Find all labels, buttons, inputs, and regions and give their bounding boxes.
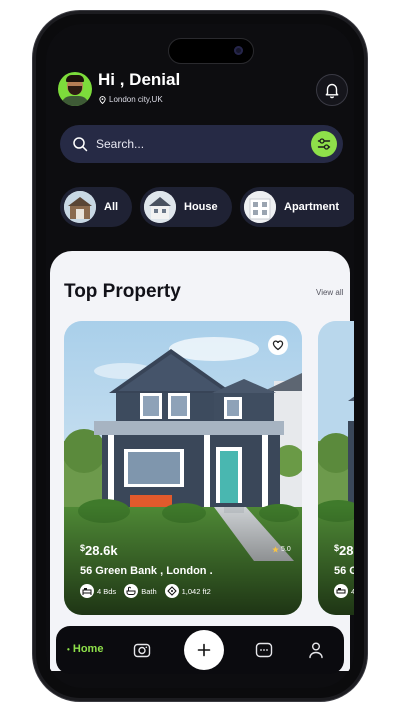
category-thumbnail (244, 191, 276, 223)
search-bar[interactable]: Search... (60, 125, 343, 163)
category-label: Apartment (284, 201, 340, 213)
greeting-text: Hi , Denial (98, 70, 181, 89)
section-title: Top Property (64, 281, 181, 302)
property-card[interactable]: $28. 56 G 4 (318, 321, 354, 615)
property-price: $28. (334, 543, 354, 558)
filter-button[interactable] (311, 131, 337, 157)
bell-icon (325, 83, 339, 99)
location-text: London city,UK (109, 95, 163, 104)
property-features: 4 Bds Bath 1,042 ft2 (80, 584, 211, 598)
property-card[interactable]: $28.6k 5.0 56 Green Bank , London . 4 Bd… (64, 321, 302, 615)
property-section: Top Property View all $28.6k 5.0 56 Gree… (50, 251, 354, 671)
property-address: 56 Green Bank , London . (80, 565, 213, 577)
view-all-link[interactable]: View all (316, 288, 343, 297)
beds-feature: 4 Bds (80, 584, 116, 598)
avatar[interactable] (58, 72, 92, 106)
category-thumbnail (144, 191, 176, 223)
property-features: 4 (334, 584, 354, 598)
card-overlay (64, 505, 302, 615)
favorite-button[interactable] (268, 335, 288, 355)
bath-icon (126, 586, 136, 595)
category-chip-house[interactable]: House (140, 187, 232, 227)
category-chip-all[interactable]: All (60, 187, 132, 227)
plus-icon (197, 643, 211, 657)
area-icon (166, 586, 177, 596)
property-address: 56 G (334, 565, 354, 577)
category-label: All (104, 201, 119, 213)
nav-home-label: Home (72, 643, 104, 655)
dynamic-island (168, 38, 254, 64)
add-button[interactable] (184, 630, 224, 670)
phone-frame: Hi , Denial London city,UK Search... All (36, 14, 364, 698)
category-thumbnail (64, 191, 96, 223)
active-dot: • (67, 645, 70, 654)
beds-feature: 4 (334, 584, 354, 598)
bed-icon (82, 588, 92, 595)
profile-icon[interactable] (306, 640, 326, 660)
card-overlay (318, 505, 354, 615)
location[interactable]: London city,UK (99, 95, 163, 104)
front-camera (234, 46, 243, 55)
app-screen: Hi , Denial London city,UK Search... All (46, 24, 354, 688)
property-rating: 5.0 (272, 546, 291, 553)
category-label: House (184, 201, 218, 213)
message-icon[interactable] (254, 640, 274, 660)
sliders-icon (317, 138, 331, 150)
camera-icon[interactable] (132, 640, 152, 660)
search-icon (73, 137, 88, 152)
search-input[interactable]: Search... (96, 137, 144, 151)
bottom-nav: • Home (56, 626, 344, 674)
star-icon (272, 546, 279, 553)
notification-button[interactable] (316, 74, 348, 106)
bed-icon (336, 588, 346, 594)
category-chip-apartment[interactable]: Apartment (240, 187, 354, 227)
property-price: $28.6k (80, 543, 118, 558)
bath-feature: Bath (124, 584, 157, 598)
location-pin-icon (99, 95, 106, 104)
area-feature: 1,042 ft2 (164, 584, 211, 598)
heart-icon (272, 340, 284, 351)
nav-item-home[interactable]: • Home (67, 643, 103, 655)
